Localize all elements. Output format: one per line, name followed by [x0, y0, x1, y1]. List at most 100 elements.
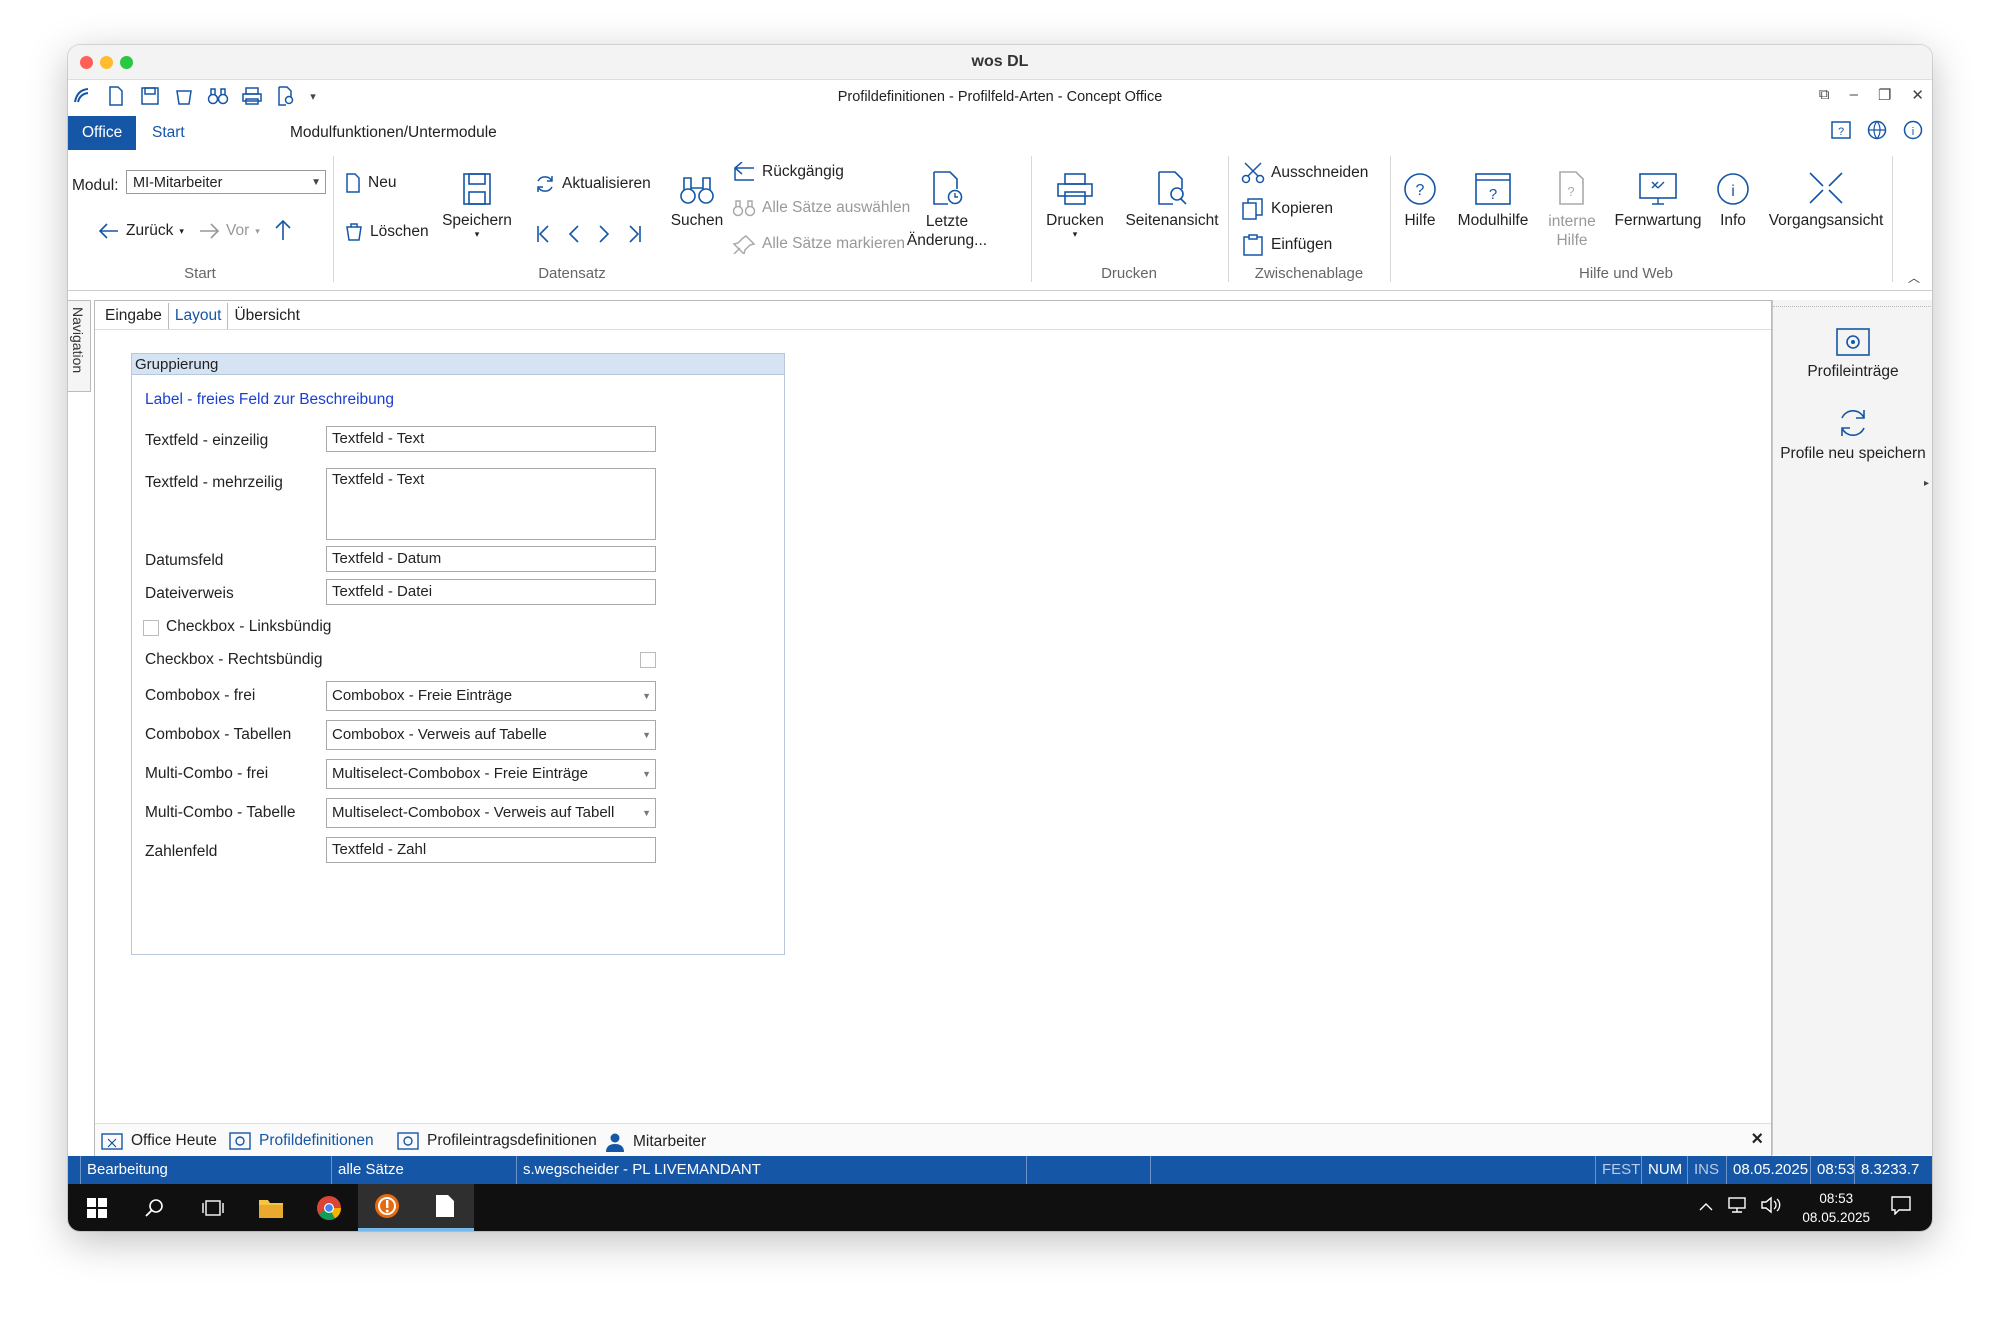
restore-layout-icon[interactable]: ⧉ — [1819, 86, 1830, 104]
multicombo-tabelle-select[interactable]: Multiselect-Combobox - Verweis auf Tabel… — [326, 798, 656, 828]
volume-icon[interactable] — [1760, 1196, 1782, 1219]
task-view-button[interactable] — [184, 1184, 242, 1231]
previous-record-icon[interactable] — [568, 224, 580, 244]
dateiverweis-input[interactable]: Textfeld - Datei — [326, 579, 656, 605]
refresh-button[interactable]: Aktualisieren — [534, 173, 651, 195]
doc-tab-label: Office Heute — [131, 1132, 217, 1149]
tab-eingabe[interactable]: Eingabe — [99, 303, 168, 329]
textfeld-einzeilig-input[interactable]: Textfeld - Text — [326, 426, 656, 452]
print-button[interactable]: Drucken ▾ — [1040, 160, 1110, 239]
page-view-button[interactable]: Seitenansicht — [1120, 160, 1224, 230]
tab-start[interactable]: Start — [138, 116, 199, 150]
start-button[interactable] — [68, 1184, 126, 1231]
ribbon-group-hilfe: ? Hilfe ? Modulhilfe ? interne Hilfe Fer… — [1391, 150, 1901, 290]
paste-button[interactable]: Einfügen — [1241, 234, 1332, 256]
tab-layout[interactable]: Layout — [167, 303, 229, 329]
record-navigation — [536, 224, 642, 244]
back-button[interactable]: Zurück ▾ — [98, 222, 184, 240]
last-record-icon[interactable] — [628, 224, 642, 244]
network-icon[interactable] — [1726, 1196, 1748, 1219]
combobox-tabellen-select[interactable]: Combobox - Verweis auf Tabelle ▼ — [326, 720, 656, 750]
cut-button[interactable]: Ausschneiden — [1241, 162, 1368, 184]
app-taskbar-button[interactable] — [358, 1184, 416, 1231]
minimize-window-button[interactable] — [100, 56, 113, 69]
checkbox-rechtsbuendig[interactable] — [640, 652, 656, 668]
taskbar-clock[interactable]: 08:53 08.05.2025 — [1802, 1189, 1870, 1227]
select-all-button[interactable]: Alle Sätze auswählen — [732, 198, 910, 218]
navigation-panel-toggle[interactable]: Navigation — [68, 300, 91, 392]
remote-maintenance-label: Fernwartung — [1614, 212, 1702, 229]
doc-tab-label: Mitarbeiter — [633, 1133, 707, 1150]
minimize-icon[interactable]: – — [1850, 86, 1858, 104]
search-button[interactable]: Suchen — [664, 160, 730, 230]
info-button[interactable]: i Info — [1713, 160, 1753, 230]
document-clock-icon — [933, 171, 963, 205]
collapse-ribbon-icon[interactable]: ︿ — [1908, 269, 1920, 286]
new-button[interactable]: Neu — [344, 173, 396, 193]
web-icon[interactable] — [1866, 119, 1888, 146]
zoom-window-button[interactable] — [120, 56, 133, 69]
chevron-down-icon: ▼ — [642, 730, 651, 740]
app-window: wos DL ▾ Profildefinitionen - Profilfeld… — [68, 45, 1932, 1231]
next-record-icon[interactable] — [598, 224, 610, 244]
doc-tab-profildefinitionen[interactable]: Profildefinitionen — [229, 1132, 374, 1150]
close-window-button[interactable] — [80, 56, 93, 69]
window-titlebar: wos DL — [68, 45, 1932, 80]
print-preview-icon — [1158, 171, 1187, 205]
checkbox-linksbuendig[interactable] — [143, 620, 159, 636]
modul-select[interactable]: MI-Mitarbeiter ▼ — [126, 170, 326, 194]
datumsfeld-input[interactable]: Textfeld - Datum — [326, 546, 656, 572]
file-explorer-button[interactable] — [242, 1184, 300, 1231]
document-icon — [436, 1195, 454, 1217]
doc-tab-mitarbeiter[interactable]: Mitarbeiter — [605, 1132, 706, 1152]
multicombo-frei-label: Multi-Combo - frei — [145, 765, 269, 782]
copy-button[interactable]: Kopieren — [1241, 198, 1333, 220]
close-tab-icon[interactable]: × — [1751, 1128, 1763, 1151]
folder-icon — [259, 1199, 283, 1218]
taskbar-search-button[interactable] — [126, 1184, 184, 1231]
internal-help-label-2: Hilfe — [1556, 232, 1588, 249]
doc-tab-office-heute[interactable]: Office Heute — [101, 1132, 217, 1150]
module-help-button[interactable]: ? Modulhilfe — [1451, 160, 1535, 230]
combobox-frei-value: Combobox - Freie Einträge — [332, 687, 513, 704]
panel-expand-icon[interactable]: ▸ — [1924, 478, 1929, 489]
forward-button[interactable]: Vor ▾ — [198, 222, 260, 240]
notification-icon[interactable] — [1890, 1195, 1912, 1220]
profile-settings-icon — [397, 1132, 419, 1150]
tab-office[interactable]: Office — [68, 116, 136, 150]
mark-all-button[interactable]: Alle Sätze markieren — [732, 234, 905, 254]
chevron-up-icon[interactable] — [1698, 1199, 1714, 1217]
maximize-icon[interactable]: ❐ — [1878, 86, 1891, 104]
arrow-right-icon — [200, 223, 220, 239]
profile-neu-speichern-button[interactable]: Profile neu speichern — [1773, 406, 1932, 463]
remote-maintenance-button[interactable]: Fernwartung — [1609, 160, 1707, 230]
help-button[interactable]: ? Hilfe — [1395, 160, 1445, 230]
close-icon[interactable]: ✕ — [1911, 86, 1924, 104]
save-button[interactable]: Speichern ▾ — [442, 160, 512, 239]
multicombo-frei-select[interactable]: Multiselect-Combobox - Freie Einträge ▼ — [326, 759, 656, 789]
undo-button[interactable]: Rückgängig — [732, 162, 844, 182]
help-window-icon[interactable]: ? — [1830, 119, 1852, 146]
forward-label: Vor — [226, 222, 250, 239]
document-taskbar-button[interactable] — [416, 1184, 474, 1231]
zahlenfeld-input[interactable]: Textfeld - Zahl — [326, 837, 656, 863]
chrome-button[interactable] — [300, 1184, 358, 1231]
multicombo-frei-value: Multiselect-Combobox - Freie Einträge — [332, 765, 588, 782]
up-button[interactable] — [274, 218, 292, 242]
ribbon-group-label-start: Start — [184, 265, 216, 282]
ribbon-group-label-drucken: Drucken — [1101, 265, 1157, 282]
profileintraege-button[interactable]: Profileinträge — [1773, 326, 1932, 381]
tab-modulfunktionen[interactable]: Modulfunktionen/Untermodule — [276, 116, 511, 150]
process-view-button[interactable]: Vorgangsansicht — [1763, 160, 1889, 230]
delete-button[interactable]: Löschen — [344, 222, 429, 242]
info-icon[interactable]: i — [1902, 119, 1924, 146]
remote-monitor-icon — [1639, 173, 1677, 205]
status-mode: Bearbeitung — [80, 1156, 332, 1184]
doc-tab-profileintragsdefinitionen[interactable]: Profileintragsdefinitionen — [397, 1132, 597, 1150]
internal-help-button[interactable]: ? interne Hilfe — [1539, 160, 1605, 250]
last-changes-button[interactable]: Letzte Änderung... — [906, 160, 988, 250]
tab-uebersicht[interactable]: Übersicht — [228, 303, 305, 329]
textfeld-mehrzeilig-input[interactable]: Textfeld - Text — [326, 468, 656, 540]
combobox-frei-select[interactable]: Combobox - Freie Einträge ▼ — [326, 681, 656, 711]
first-record-icon[interactable] — [536, 224, 550, 244]
